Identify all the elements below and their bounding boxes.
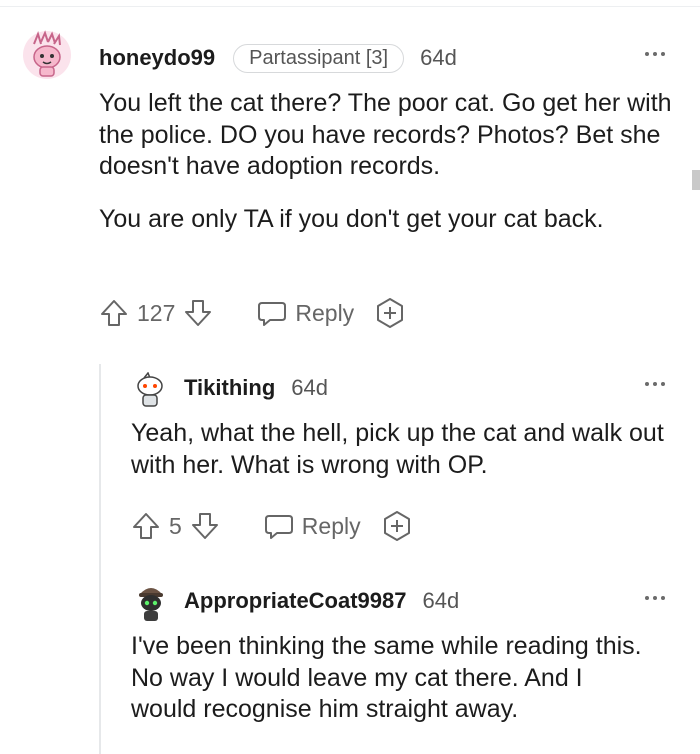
comment-meta: AppropriateCoat9987 64d — [184, 586, 459, 616]
comment-appropriatecoat9987: AppropriateCoat9987 64d I've been thinki… — [0, 0, 700, 754]
more-options-icon[interactable] — [645, 596, 665, 600]
username[interactable]: AppropriateCoat9987 — [184, 588, 407, 614]
comment-body: I've been thinking the same while readin… — [131, 631, 651, 726]
comment-paragraph: I've been thinking the same while readin… — [131, 632, 642, 723]
avatar-icon[interactable] — [136, 584, 166, 622]
comment-age: 64d — [422, 588, 460, 613]
